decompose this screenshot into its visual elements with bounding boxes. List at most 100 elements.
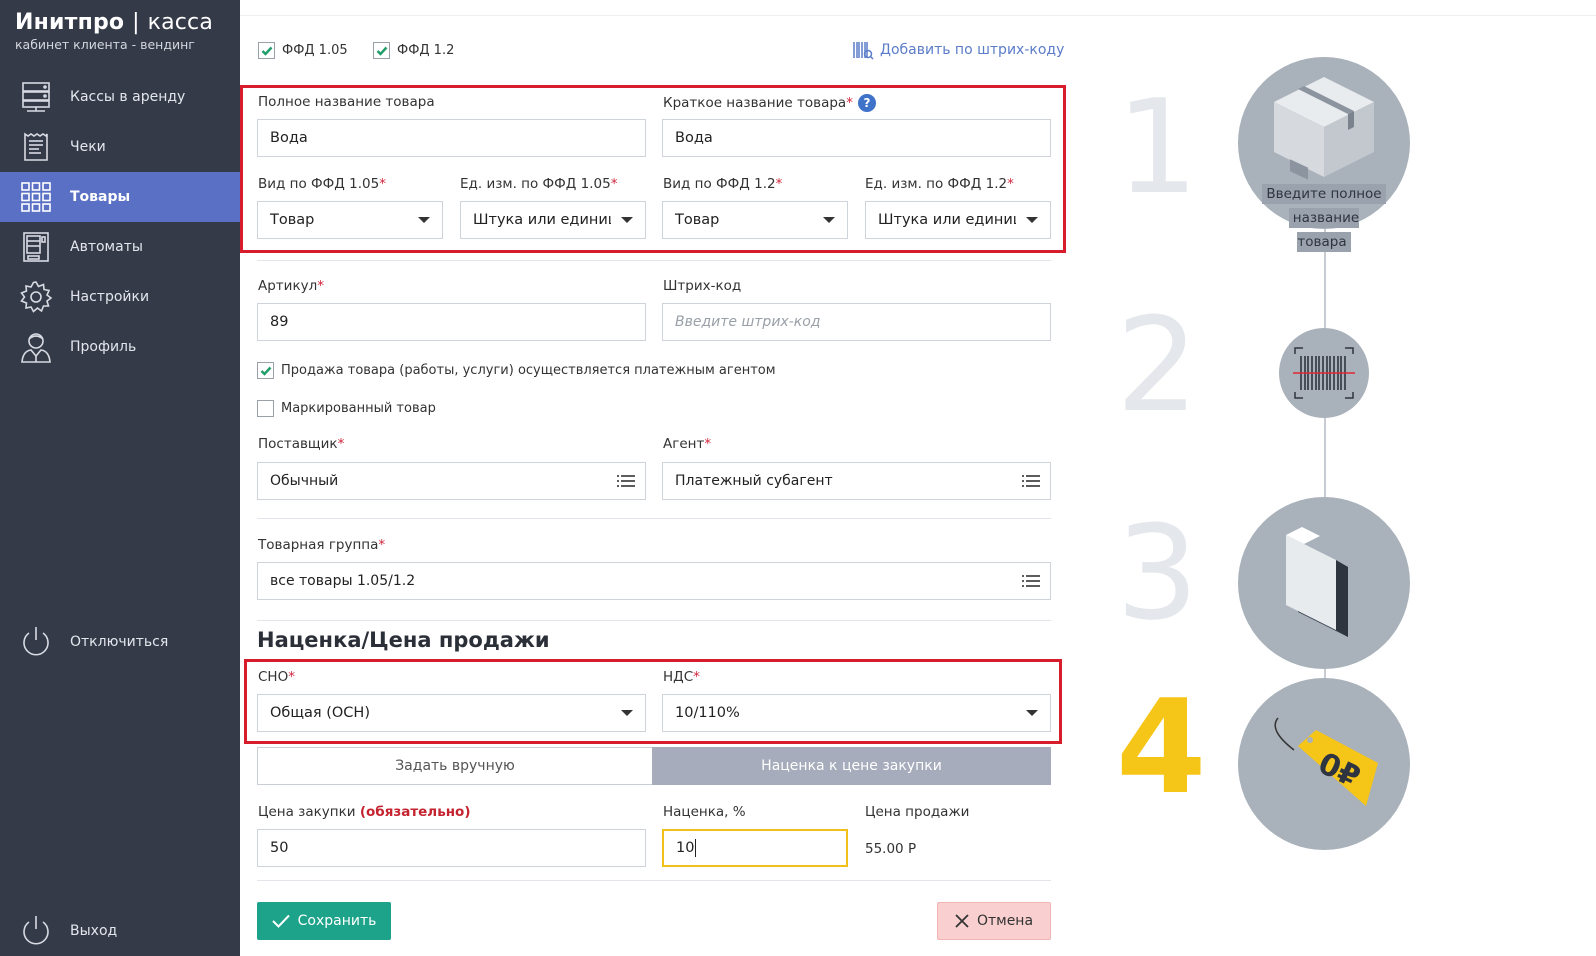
add-by-barcode-link[interactable]: Добавить по штрих-коду (852, 40, 1064, 60)
unit105-select[interactable]: Штука или единица (460, 201, 646, 239)
brand-title: Инитпро | касса (15, 10, 214, 35)
supplier-select[interactable]: Обычный (257, 462, 646, 500)
cancel-button[interactable]: Отмена (937, 902, 1051, 940)
short-name-input[interactable]: Вода (662, 119, 1051, 157)
nds-label: НДС (663, 669, 694, 685)
nds-label-wrap: НДС* (663, 669, 700, 685)
save-button[interactable]: Сохранить (257, 902, 391, 940)
full-name-label: Полное название товара (258, 94, 435, 110)
step-4-circle: 0₽ (1238, 678, 1410, 850)
list-icon (1022, 475, 1040, 487)
ffd105-label: ФФД 1.05 (282, 43, 348, 58)
barcode-label: Штрих-код (663, 278, 742, 294)
purchase-input[interactable]: 50 (257, 829, 646, 867)
power-icon (18, 913, 54, 949)
gear-icon (18, 279, 54, 315)
ffd12-checkbox[interactable] (373, 42, 390, 59)
vending-machine-icon (18, 229, 54, 265)
short-name-label: Краткое название товара (663, 95, 847, 111)
type105-label-wrap: Вид по ФФД 1.05* (258, 176, 386, 192)
group-label-wrap: Товарная группа* (258, 537, 386, 553)
sidebar-nav: Кассы в аренду Чеки Товары Автоматы Наст… (0, 72, 240, 372)
check-icon (271, 914, 290, 928)
ffd105-checkbox[interactable] (258, 42, 275, 59)
group-select[interactable]: все товары 1.05/1.2 (257, 562, 1051, 600)
purchase-label: Цена закупки (258, 804, 356, 820)
type105-value: Товар (270, 212, 315, 228)
unit105-label: Ед. изм. по ФФД 1.05 (460, 176, 611, 192)
sidebar-item-label: Автоматы (70, 239, 143, 255)
disconnect-button[interactable]: Отключиться (0, 617, 240, 667)
check-icon (261, 46, 272, 56)
seg-markup[interactable]: Наценка к цене закупки (652, 747, 1051, 785)
step-1-tip: Введите полное название товара (1262, 182, 1386, 254)
sidebar-item-cash-registers[interactable]: Кассы в аренду (0, 72, 240, 122)
sidebar-item-products[interactable]: Товары (0, 172, 240, 222)
chevron-down-icon (1026, 217, 1038, 223)
divider (257, 260, 1051, 261)
group-value: все товары 1.05/1.2 (270, 573, 416, 589)
sale-price-label: Цена продажи (865, 804, 970, 820)
unit12-label-wrap: Ед. изм. по ФФД 1.2* (865, 176, 1014, 192)
sidebar-item-receipts[interactable]: Чеки (0, 122, 240, 172)
divider (257, 620, 1051, 621)
chevron-down-icon (823, 217, 835, 223)
supplier-value: Обычный (270, 473, 339, 489)
help-icon[interactable]: ? (857, 94, 876, 112)
list-icon (617, 475, 635, 487)
logo: Инитпро | касса кабинет клиента - вендин… (15, 10, 213, 52)
top-strip (240, 0, 1596, 16)
section-title: Наценка/Цена продажи (257, 628, 550, 652)
divider (257, 518, 1051, 519)
article-input[interactable]: 89 (257, 303, 646, 341)
markup-input[interactable]: 10 (662, 829, 848, 867)
power-icon (18, 624, 54, 660)
supplier-label: Поставщик (258, 436, 338, 452)
purchase-label-wrap: Цена закупки (обязательно) (258, 804, 471, 820)
unit12-select[interactable]: Штука или единица (865, 201, 1051, 239)
folder-icon (1286, 527, 1348, 637)
agent-select[interactable]: Платежный субагент (662, 462, 1051, 500)
disconnect-label: Отключиться (70, 634, 169, 650)
sidebar-item-profile[interactable]: Профиль (0, 322, 240, 372)
markup-label: Наценка, % (663, 804, 746, 820)
group-label: Товарная группа (258, 537, 379, 553)
sidebar-item-label: Кассы в аренду (70, 89, 186, 105)
barcode-scan-icon (1293, 347, 1355, 399)
full-name-input[interactable]: Вода (257, 119, 646, 157)
step-number-4: 4 (1116, 671, 1207, 823)
receipt-icon (18, 129, 54, 165)
sidebar-item-settings[interactable]: Настройки (0, 272, 240, 322)
check-icon (376, 46, 387, 56)
sno-label-wrap: СНО* (258, 669, 295, 685)
unit105-value: Штука или единица (473, 212, 611, 228)
article-label-wrap: Артикул* (258, 278, 324, 294)
chevron-down-icon (1026, 710, 1038, 716)
cancel-label: Отмена (976, 913, 1034, 929)
nds-select[interactable]: 10/110% (662, 694, 1051, 732)
type12-value: Товар (675, 212, 720, 228)
save-label: Сохранить (297, 913, 377, 929)
barcode-icon (853, 42, 874, 60)
type12-select[interactable]: Товар (662, 201, 848, 239)
agent-sale-checkbox[interactable] (257, 362, 274, 379)
sno-label: СНО (258, 669, 289, 685)
step-number-2: 2 (1116, 289, 1199, 441)
type12-label: Вид по ФФД 1.2 (663, 176, 776, 192)
barcode-input[interactable]: Введите штрих-код (662, 303, 1051, 341)
text-cursor (695, 839, 697, 857)
seg-manual[interactable]: Задать вручную (257, 747, 653, 785)
sale-price-value: 55.00 Р (865, 841, 917, 857)
exit-button[interactable]: Выход (0, 906, 240, 956)
close-icon (955, 914, 969, 928)
type105-select[interactable]: Товар (257, 201, 443, 239)
marked-checkbox[interactable] (257, 400, 274, 417)
step-number-3: 3 (1116, 497, 1199, 649)
sidebar-item-label: Настройки (70, 289, 150, 305)
chevron-down-icon (418, 217, 430, 223)
type105-label: Вид по ФФД 1.05 (258, 176, 380, 192)
sidebar-item-machines[interactable]: Автоматы (0, 222, 240, 272)
sno-select[interactable]: Общая (ОСН) (257, 694, 646, 732)
sidebar: Инитпро | касса кабинет клиента - вендин… (0, 0, 240, 956)
purchase-required: (обязательно) (359, 804, 471, 820)
